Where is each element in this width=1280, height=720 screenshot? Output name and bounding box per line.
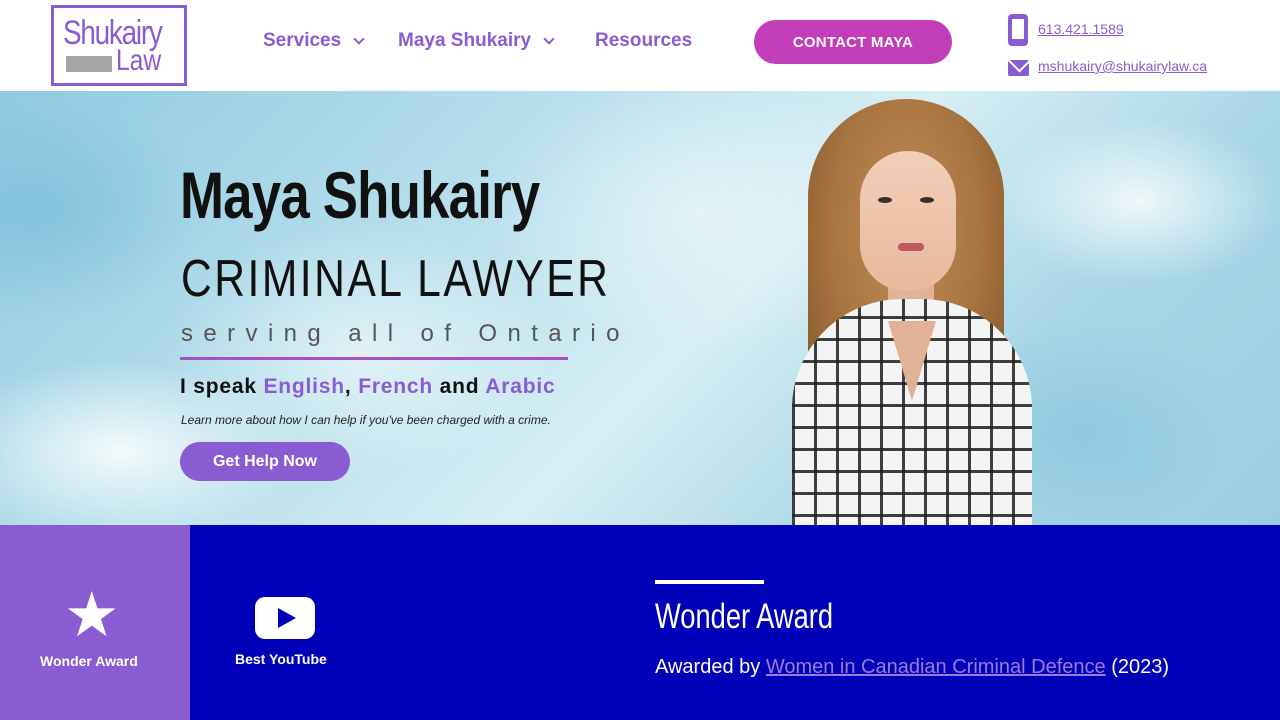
nav-resources[interactable]: Resources bbox=[595, 30, 692, 52]
logo-bar bbox=[66, 56, 112, 72]
award-tab-label: Best YouTube bbox=[235, 651, 327, 667]
hero-title: Maya Shukairy bbox=[180, 158, 540, 232]
award-prefix: Awarded by bbox=[655, 656, 761, 678]
hero-note: Learn more about how I can help if you'v… bbox=[181, 413, 551, 427]
award-detail-title: Wonder Award bbox=[655, 597, 834, 636]
award-tab-wonder[interactable]: ★ Wonder Award bbox=[0, 525, 190, 720]
portrait-face bbox=[860, 151, 956, 291]
chevron-down-icon bbox=[353, 32, 365, 45]
hero-subtitle: CRIMINAL LAWYER bbox=[181, 250, 611, 308]
language-french: French bbox=[358, 375, 434, 398]
award-org-link[interactable]: Women in Canadian Criminal Defence bbox=[766, 656, 1106, 678]
site-header: Shukairy Law Services Maya Shukairy Reso… bbox=[0, 0, 1280, 91]
hero-banner: Maya Shukairy CRIMINAL LAWYER serving al… bbox=[0, 91, 1280, 525]
logo-text-line2: Law bbox=[116, 44, 162, 77]
language-english: English bbox=[263, 375, 345, 398]
award-detail-description: Awarded by Women in Canadian Criminal De… bbox=[655, 656, 1169, 679]
phone-link[interactable]: 613.421.1589 bbox=[1038, 21, 1124, 37]
award-detail-rule bbox=[655, 580, 764, 584]
languages-and: and bbox=[439, 375, 480, 398]
nav-maya-shukairy[interactable]: Maya Shukairy bbox=[398, 30, 555, 52]
email-link[interactable]: mshukairy@shukairylaw.ca bbox=[1038, 58, 1207, 74]
nav-resources-label: Resources bbox=[595, 30, 693, 51]
portrait-eye-right bbox=[920, 197, 934, 203]
hero-tagline: serving all of Ontario bbox=[181, 320, 630, 347]
portrait-eye-left bbox=[878, 197, 892, 203]
nav-services[interactable]: Services bbox=[263, 30, 365, 52]
language-arabic: Arabic bbox=[485, 375, 556, 398]
youtube-play-icon bbox=[255, 597, 315, 639]
languages-comma: , bbox=[344, 375, 352, 398]
envelope-icon bbox=[1008, 60, 1029, 76]
phone-icon bbox=[1008, 14, 1028, 46]
hero-divider bbox=[180, 357, 568, 360]
nav-services-label: Services bbox=[263, 30, 342, 51]
award-year: (2023) bbox=[1111, 656, 1169, 678]
lawyer-portrait bbox=[770, 91, 1050, 525]
awards-section: ★ Wonder Award Best YouTube Wonder Award… bbox=[0, 525, 1280, 720]
shukairy-law-logo[interactable]: Shukairy Law bbox=[51, 5, 187, 86]
get-help-now-button[interactable]: Get Help Now bbox=[180, 442, 350, 481]
star-icon: ★ bbox=[64, 581, 120, 650]
nav-maya-label: Maya Shukairy bbox=[398, 30, 532, 51]
languages-intro: I speak bbox=[180, 375, 257, 398]
portrait-lips bbox=[898, 243, 924, 251]
chevron-down-icon bbox=[543, 32, 555, 45]
award-tab-label: Wonder Award bbox=[40, 653, 138, 669]
contact-maya-button[interactable]: CONTACT MAYA bbox=[754, 20, 952, 64]
languages-line: I speak English, French and Arabic bbox=[180, 375, 555, 399]
